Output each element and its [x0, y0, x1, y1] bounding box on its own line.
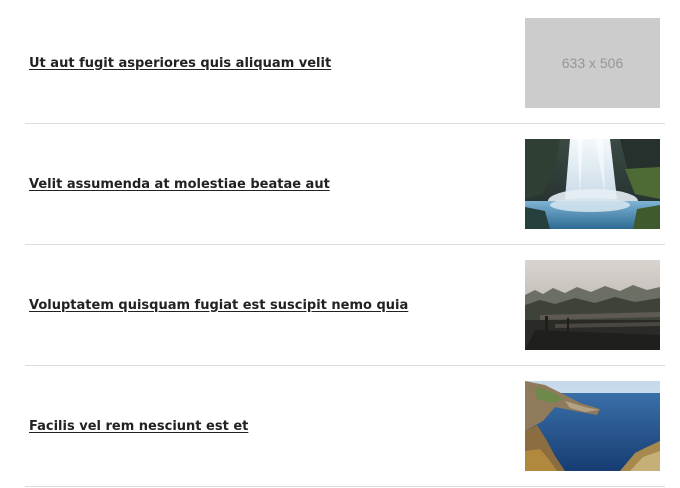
article-title-link[interactable]: Facilis vel rem nesciunt est et [29, 419, 248, 434]
article-title-container: Ut aut fugit asperiores quis aliquam vel… [29, 3, 331, 123]
article-list: Ut aut fugit asperiores quis aliquam vel… [0, 0, 680, 488]
article-title-link[interactable]: Velit assumenda at molestiae beatae aut [29, 177, 330, 192]
article-title-container: Facilis vel rem nesciunt est et [29, 366, 248, 486]
coastal-cliffs-image[interactable] [525, 381, 660, 471]
waterfall-image[interactable] [525, 139, 660, 229]
article-title-container: Voluptatem quisquam fugiat est suscipit … [29, 245, 408, 365]
placeholder-image[interactable]: 633 x 506 [525, 18, 660, 108]
article-title-link[interactable]: Ut aut fugit asperiores quis aliquam vel… [29, 56, 331, 71]
list-item: Facilis vel rem nesciunt est et [25, 366, 665, 487]
list-item: Velit assumenda at molestiae beatae aut [25, 124, 665, 245]
list-item: Ut aut fugit asperiores quis aliquam vel… [25, 3, 665, 124]
placeholder-label: 633 x 506 [561, 55, 624, 71]
foggy-forest-image[interactable] [525, 260, 660, 350]
article-title-link[interactable]: Voluptatem quisquam fugiat est suscipit … [29, 298, 408, 313]
article-title-container: Velit assumenda at molestiae beatae aut [29, 124, 330, 244]
list-item: Voluptatem quisquam fugiat est suscipit … [25, 245, 665, 366]
